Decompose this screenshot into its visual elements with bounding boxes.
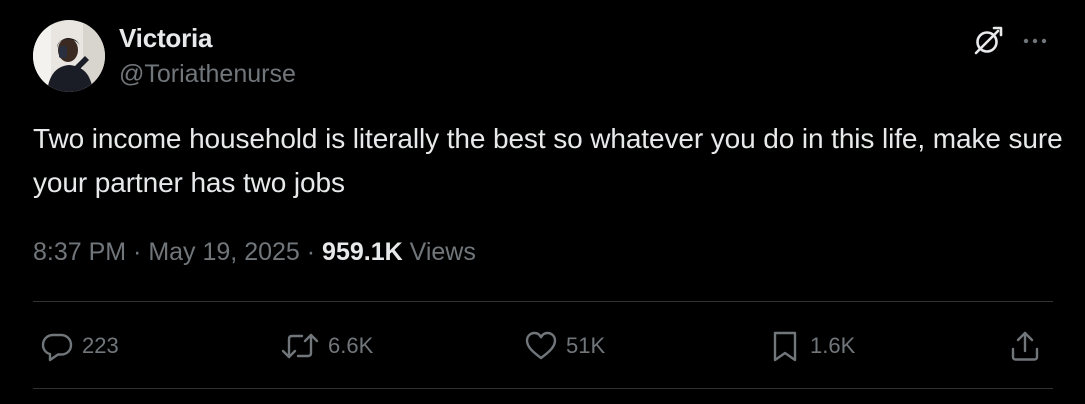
tweet-time[interactable]: 8:37 PM — [33, 238, 126, 266]
profile-photo-icon — [33, 20, 105, 92]
meta-separator: · — [299, 238, 323, 266]
tweet-meta: 8:37 PM · May 19, 2025 · 959.1K Views — [33, 234, 476, 270]
divider — [33, 301, 1053, 302]
more-horizontal-icon[interactable] — [1018, 24, 1052, 58]
display-name[interactable]: Victoria — [119, 22, 213, 54]
tweet-date[interactable]: May 19, 2025 — [148, 238, 300, 266]
views-label: Views — [402, 238, 476, 266]
grok-icon[interactable] — [970, 24, 1004, 58]
bookmark-icon — [773, 331, 797, 362]
tweet-text: Two income household is literally the be… — [33, 123, 1063, 198]
heart-icon — [525, 331, 557, 360]
avatar[interactable] — [33, 20, 105, 92]
user-handle[interactable]: @Toriathenurse — [119, 58, 296, 90]
share-icon — [1011, 331, 1039, 361]
bookmark-count: 1.6K — [810, 333, 856, 358]
bookmark-button[interactable]: 1.6K — [768, 327, 855, 365]
divider — [33, 388, 1053, 389]
like-button[interactable]: 51K — [524, 327, 605, 365]
share-button[interactable] — [1008, 327, 1042, 365]
retweet-count: 6.6K — [328, 333, 374, 358]
reply-button[interactable]: 223 — [40, 327, 119, 365]
meta-separator: · — [126, 238, 149, 266]
tweet-card: Victoria @Toriathenurse Two income house… — [0, 0, 1085, 404]
reply-count: 223 — [82, 333, 119, 358]
like-count: 51K — [566, 333, 606, 358]
retweet-icon — [281, 333, 319, 359]
reply-icon — [41, 333, 73, 362]
views-count[interactable]: 959.1K — [322, 238, 403, 266]
retweet-button[interactable]: 6.6K — [280, 327, 373, 365]
